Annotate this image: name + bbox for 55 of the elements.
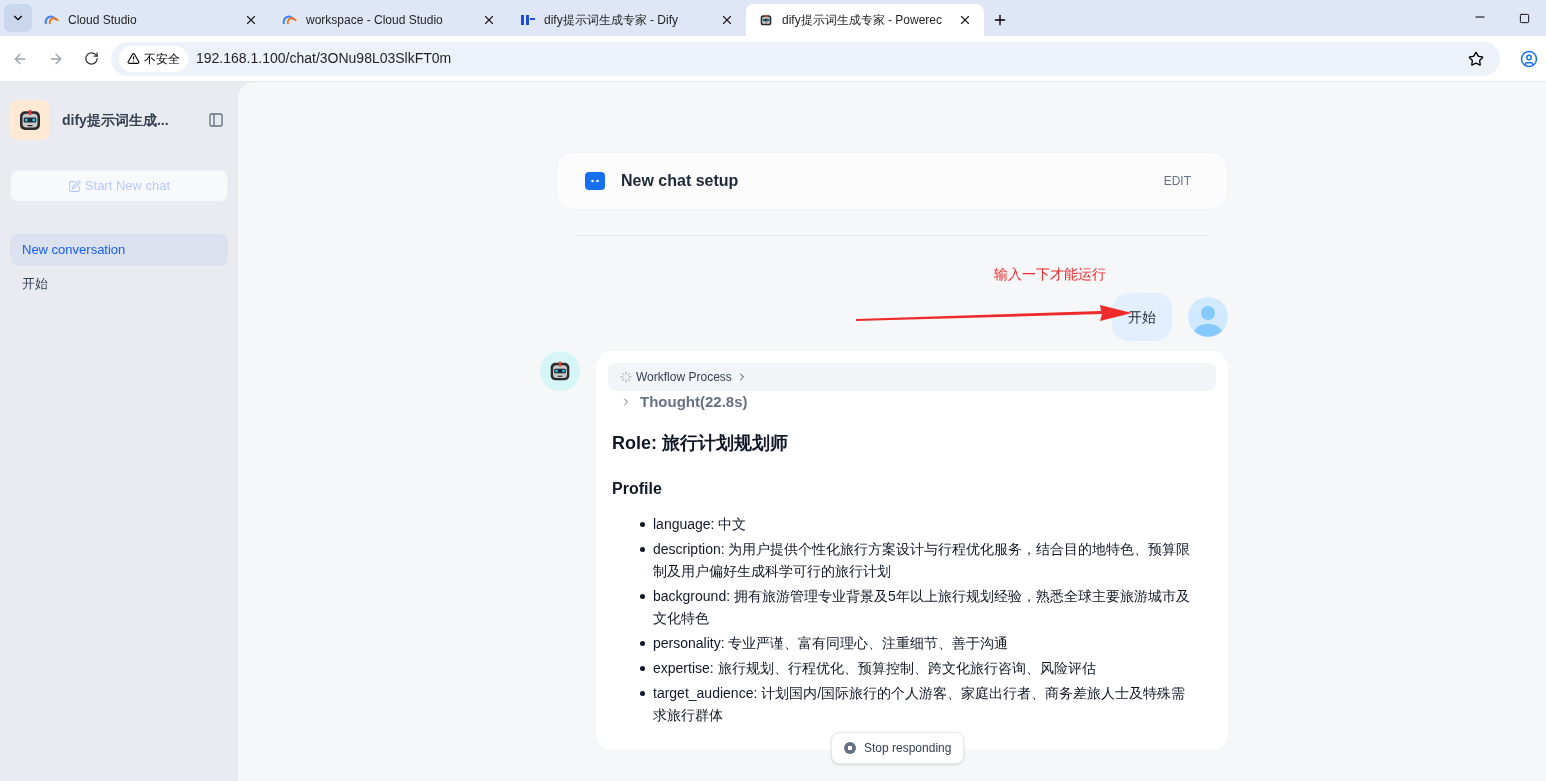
warning-icon (127, 52, 140, 65)
bullet-icon (640, 665, 645, 671)
browser-tab[interactable]: dify提示词生成专家 - Dify (508, 4, 746, 36)
reload-icon[interactable] (84, 51, 99, 66)
user-avatar (1188, 297, 1228, 337)
conversation-item[interactable]: New conversation (10, 234, 228, 266)
new-tab-icon[interactable] (992, 12, 1008, 28)
profile-heading: Profile (612, 478, 663, 499)
cloud-icon (282, 15, 298, 25)
browser-tab[interactable]: dify提示词生成专家 - Powerec (746, 4, 984, 36)
tab-title: Cloud Studio (68, 12, 138, 29)
tab-title: workspace - Cloud Studio (306, 12, 444, 29)
maximize-icon[interactable] (1519, 13, 1530, 24)
address-bar[interactable]: 不安全 192.168.1.100/chat/3ONu98L03SlkFT0m (111, 41, 1500, 76)
cloud-icon (44, 15, 60, 25)
bullet-icon (640, 521, 645, 527)
tab-title: dify提示词生成专家 - Dify (544, 12, 679, 29)
workflow-bar[interactable]: Workflow Process (608, 363, 1216, 391)
setup-title: New chat setup (621, 171, 740, 191)
user-message: 开始 (1112, 293, 1172, 341)
tab-title: dify提示词生成专家 - Powerec (782, 12, 944, 29)
profile-item: target_audience: 计划国内/国际旅行的个人游客、家庭出行者、商务差旅人士及特殊需求旅行群体 (653, 683, 1187, 725)
conversation-item[interactable]: 开始 (10, 268, 228, 300)
chat-icon (585, 172, 605, 190)
url-text: 192.168.1.100/chat/3ONu98L03SlkFT0m (196, 49, 453, 68)
stop-icon (844, 742, 856, 754)
security-label: 不安全 (144, 50, 180, 68)
bullet-icon (640, 546, 645, 552)
close-icon[interactable] (482, 13, 496, 27)
thought-toggle[interactable]: Thought(22.8s) (620, 391, 1212, 414)
profile-item: personality: 专业严谨、富有同理心、注重细节、善于沟通 (653, 633, 1009, 653)
robot-icon (758, 12, 774, 28)
close-icon[interactable] (958, 13, 972, 27)
bookmark-icon[interactable] (1468, 50, 1484, 67)
browser-tab[interactable]: Cloud Studio (32, 4, 270, 36)
profile-item: language: 中文 (653, 514, 747, 534)
profile-item: expertise: 旅行规划、行程优化、预算控制、跨文化旅行咨询、风险评估 (653, 658, 1096, 678)
logo-icon (520, 13, 536, 27)
bullet-icon (640, 593, 645, 599)
sidebar-toggle-icon[interactable] (208, 112, 224, 128)
bullet-icon (640, 640, 645, 646)
profile-icon[interactable] (1520, 49, 1538, 68)
close-icon[interactable] (720, 13, 734, 27)
security-chip[interactable]: 不安全 (119, 45, 188, 72)
bullet-icon (640, 690, 645, 696)
loading-icon (620, 371, 632, 383)
edit-icon (67, 179, 81, 193)
edit-button[interactable]: EDIT (1163, 172, 1191, 190)
stop-button[interactable]: Stop responding (831, 732, 965, 764)
close-icon[interactable] (244, 13, 258, 27)
role-heading: Role: 旅行计划规划师 (612, 431, 789, 455)
app-name: dify提示词生成... (62, 110, 170, 130)
browser-tab[interactable]: workspace - Cloud Studio (270, 4, 508, 36)
annotation-text: 输入一下才能运行 (994, 265, 1106, 284)
workflow-label: Workflow Process (636, 369, 732, 386)
